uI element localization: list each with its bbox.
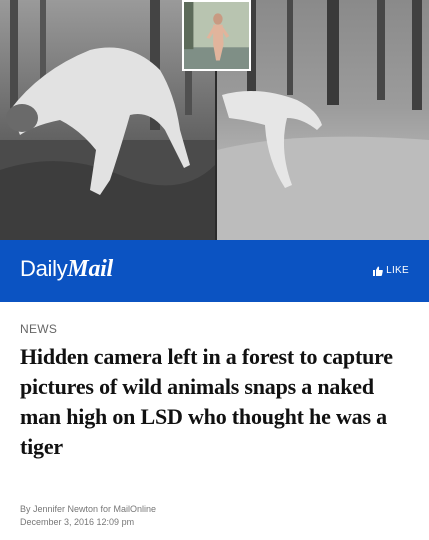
like-button[interactable]: LIKE (373, 265, 409, 276)
inset-photo (182, 0, 251, 71)
thumbs-up-icon (373, 266, 383, 276)
section-label: NEWS (20, 322, 58, 336)
like-label: LIKE (386, 265, 409, 276)
daily-mail-logo[interactable]: DailyMail (20, 257, 113, 281)
author-line: By Jennifer Newton for MailOnline (20, 504, 157, 514)
article-headline[interactable]: Hidden camera left in a forest to captur… (20, 342, 420, 462)
logo-daily: Daily (20, 256, 68, 281)
article-image (0, 0, 429, 240)
publish-date: December 3, 2016 12:09 pm (20, 517, 135, 527)
byline: By Jennifer Newton for MailOnline Decemb… (20, 503, 156, 529)
logo-mail: Mail (67, 256, 113, 282)
site-header: DailyMail LIKE (0, 240, 429, 302)
